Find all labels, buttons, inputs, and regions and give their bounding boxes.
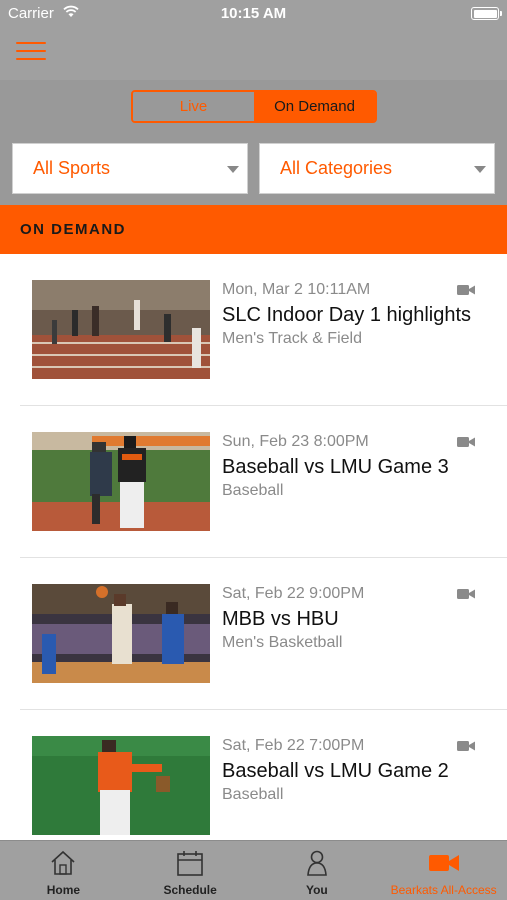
- video-item[interactable]: Sun, Feb 23 8:00PM Baseball vs LMU Game …: [0, 406, 507, 558]
- video-thumbnail: [32, 736, 210, 835]
- video-date: Sat, Feb 22 7:00PM: [222, 737, 365, 754]
- tab-home[interactable]: Home: [0, 841, 127, 900]
- video-thumbnail: [32, 280, 210, 379]
- video-date: Sat, Feb 22 9:00PM: [222, 585, 365, 602]
- video-item[interactable]: Sat, Feb 22 9:00PM MBB vs HBU Men's Bask…: [0, 558, 507, 710]
- video-thumbnail: [32, 584, 210, 683]
- video-category: Men's Basketball: [222, 634, 343, 651]
- live-ondemand-toggle: Live On Demand: [131, 90, 377, 123]
- video-date: Sun, Feb 23 8:00PM: [222, 433, 369, 450]
- video-meta: Sat, Feb 22 9:00PM MBB vs HBU Men's Bask…: [222, 585, 492, 652]
- video-thumbnail: [32, 432, 210, 531]
- video-title: SLC Indoor Day 1 highlights: [222, 304, 472, 326]
- video-category: Baseball: [222, 786, 284, 803]
- home-icon: [51, 850, 75, 875]
- section-header: ON DEMAND: [0, 205, 507, 254]
- video-meta: Sat, Feb 22 7:00PM Baseball vs LMU Game …: [222, 737, 492, 804]
- categories-dropdown[interactable]: All Categories: [259, 143, 495, 194]
- hamburger-icon[interactable]: [16, 42, 46, 64]
- tab-home-label: Home: [46, 883, 81, 897]
- tab-bearkats-all-access[interactable]: Bearkats All-Access: [380, 841, 507, 900]
- chevron-down-icon: [474, 166, 486, 173]
- video-list: Mon, Mar 2 10:11AM SLC Indoor Day 1 high…: [0, 254, 507, 840]
- chevron-down-icon: [227, 166, 239, 173]
- filter-controls: Live On Demand All Sports All Categories: [0, 80, 507, 205]
- video-camera-icon: [457, 589, 475, 599]
- sports-dropdown-label: All Sports: [33, 158, 111, 178]
- tab-you[interactable]: You: [254, 841, 381, 900]
- video-camera-icon: [457, 437, 475, 447]
- video-title: Baseball vs LMU Game 3: [222, 456, 449, 478]
- on-demand-segment[interactable]: On Demand: [254, 92, 375, 121]
- video-date: Mon, Mar 2 10:11AM: [222, 281, 371, 298]
- video-meta: Mon, Mar 2 10:11AM SLC Indoor Day 1 high…: [222, 281, 492, 348]
- live-segment[interactable]: Live: [133, 92, 254, 121]
- tab-schedule-label: Schedule: [163, 883, 217, 897]
- tab-you-label: You: [305, 883, 328, 897]
- tab-bar: Home Schedule You Bearkats All-Access: [0, 840, 507, 900]
- video-camera-icon: [428, 855, 459, 871]
- nav-bar: [0, 28, 507, 80]
- section-title: ON DEMAND: [20, 221, 126, 238]
- battery-icon: [471, 7, 502, 20]
- sports-dropdown[interactable]: All Sports: [12, 143, 248, 194]
- video-title: MBB vs HBU: [222, 608, 339, 630]
- status-bar: Carrier 10:15 AM: [0, 0, 507, 28]
- video-category: Men's Track & Field: [222, 330, 362, 347]
- calendar-icon: [177, 851, 203, 876]
- video-meta: Sun, Feb 23 8:00PM Baseball vs LMU Game …: [222, 433, 492, 500]
- video-camera-icon: [457, 285, 475, 295]
- clock: 10:15 AM: [220, 5, 287, 22]
- video-item[interactable]: Sat, Feb 22 7:00PM Baseball vs LMU Game …: [0, 710, 507, 840]
- person-icon: [307, 850, 327, 876]
- video-category: Baseball: [222, 482, 284, 499]
- tab-schedule[interactable]: Schedule: [127, 841, 254, 900]
- video-camera-icon: [457, 741, 475, 751]
- categories-dropdown-label: All Categories: [280, 158, 393, 178]
- video-title: Baseball vs LMU Game 2: [222, 760, 449, 782]
- video-item[interactable]: Mon, Mar 2 10:11AM SLC Indoor Day 1 high…: [0, 254, 507, 406]
- tab-bearkats-all-access-label: Bearkats All-Access: [390, 883, 497, 897]
